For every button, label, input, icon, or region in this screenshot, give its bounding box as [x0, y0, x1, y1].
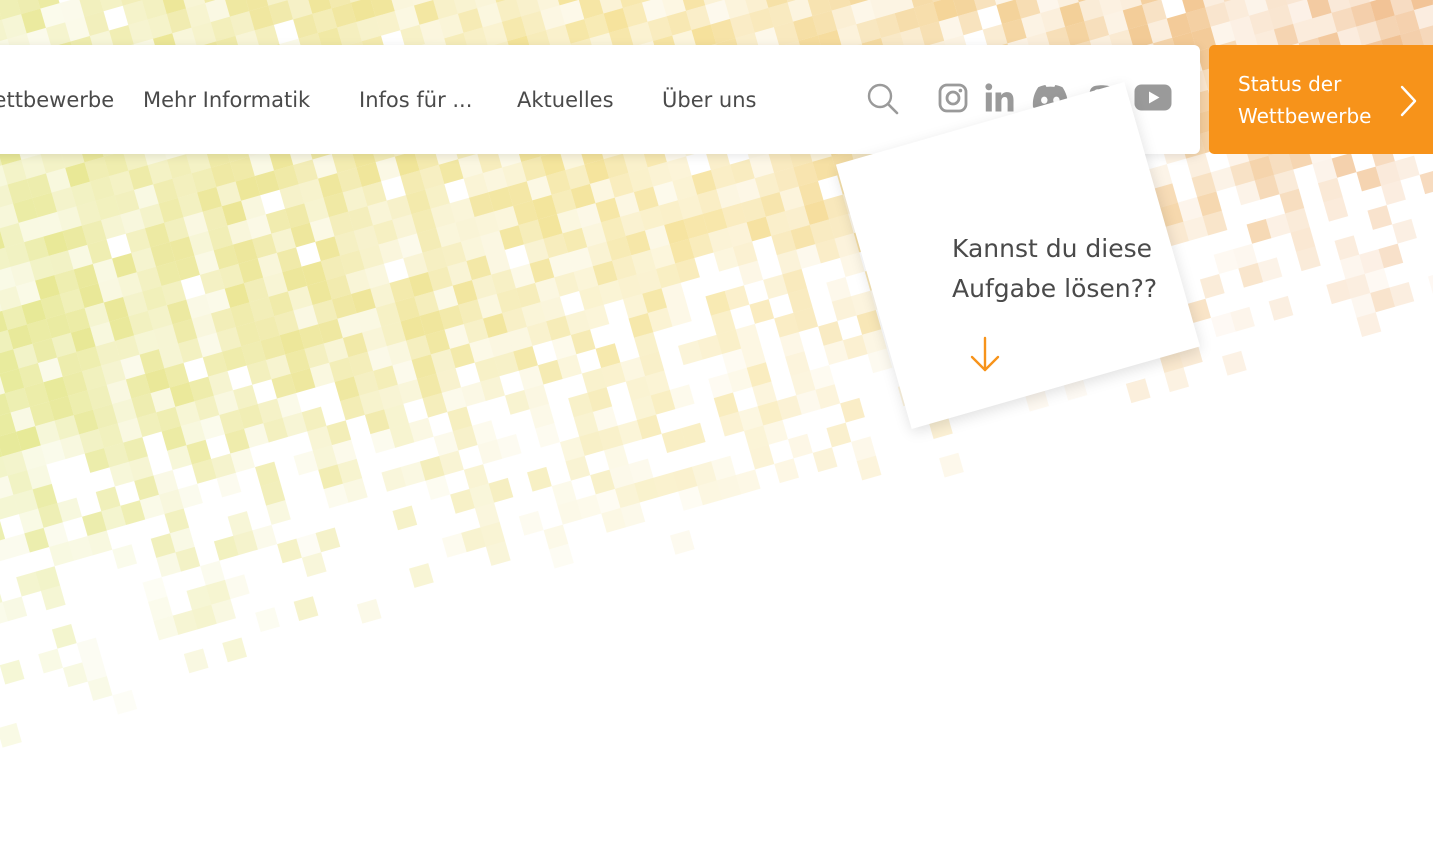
arrow-down-icon[interactable]	[968, 336, 1002, 374]
nav-item-ueber-uns[interactable]: Über uns	[662, 86, 757, 114]
pixel-tile	[0, 722, 22, 748]
pixel-tile	[518, 510, 544, 536]
pixel-tile	[392, 505, 418, 531]
pixel-tile	[38, 648, 63, 674]
pixel-tile	[293, 596, 319, 621]
page: Wettbewerbe Mehr Informatik Infos für ..…	[0, 0, 1433, 860]
pixel-tile	[840, 397, 865, 423]
pixel-tile	[1392, 218, 1417, 244]
pixel-tile	[787, 433, 813, 459]
pixel-tile	[356, 598, 382, 624]
pixel-tile	[0, 659, 25, 685]
pixel-tile	[112, 689, 138, 715]
nav-item-wettbewerbe[interactable]: Wettbewerbe	[0, 86, 114, 114]
pixel-tile	[774, 458, 800, 484]
nav-item-aktuelles[interactable]: Aktuelles	[517, 86, 614, 114]
pixel-tile	[1427, 270, 1433, 296]
search-icon[interactable]	[866, 82, 900, 116]
nav-item-infos-fuer[interactable]: Infos für ...	[359, 86, 472, 114]
pixel-tile	[812, 447, 838, 473]
pixel-tile	[749, 299, 775, 324]
pixel-tile	[1125, 378, 1151, 404]
nav-item-mehr-informatik[interactable]: Mehr Informatik	[143, 86, 310, 114]
instagram-icon[interactable]	[938, 83, 968, 113]
pixel-tile	[669, 529, 695, 555]
pixel-tile	[939, 452, 964, 478]
youtube-icon[interactable]	[1134, 84, 1172, 111]
pixel-tile	[527, 466, 552, 492]
competition-status-label: Status der Wettbewerbe	[1238, 72, 1372, 128]
task-teaser-text: Kannst du diese Aufgabe lösen??	[952, 234, 1158, 303]
pixel-tile	[1221, 350, 1247, 376]
pixel-tile	[1268, 295, 1294, 321]
pixel-tile	[183, 648, 209, 674]
pixel-tile	[222, 637, 248, 663]
competition-status-button[interactable]: Status der Wettbewerbe	[1209, 45, 1433, 154]
pixel-tile	[1367, 205, 1393, 230]
linkedin-icon[interactable]	[985, 83, 1014, 112]
pixel-tile	[1419, 169, 1433, 195]
pixel-tile	[409, 563, 434, 588]
pixel-tile	[826, 422, 852, 448]
pixel-tile	[51, 623, 77, 649]
chevron-right-icon	[1400, 85, 1417, 117]
pixel-tile	[255, 607, 280, 633]
pixel-tile	[1199, 273, 1225, 299]
pixel-tile	[112, 544, 138, 569]
